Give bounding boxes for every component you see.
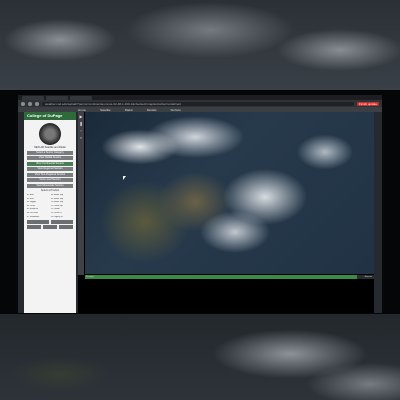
play-icon[interactable]: ▶ <box>79 115 83 119</box>
product-item[interactable]: 13 Clean IR <box>51 212 73 215</box>
update-button[interactable]: Finish update <box>356 101 379 106</box>
step-icon[interactable]: › <box>79 129 83 133</box>
product-item[interactable]: 14 Legacy IR <box>51 216 73 219</box>
product-item[interactable]: 12 Ozone <box>51 208 73 211</box>
sidebar: College of DuPage NEXLAB Satellite and R… <box>24 112 76 313</box>
global-sectors-button[interactable]: View Global Sectors <box>27 156 73 160</box>
option-button[interactable] <box>43 225 57 230</box>
product-item[interactable]: 03 Veggie <box>27 201 49 204</box>
product-item[interactable]: 05 Snow/Ice <box>27 208 49 211</box>
pause-icon[interactable]: ❚ <box>79 122 83 126</box>
page-content: College of DuPage NEXLAB Satellite and R… <box>18 112 382 313</box>
subregional-sectors-button[interactable]: View Sub-Regional Sectors <box>27 172 73 177</box>
satellite-viewer: ▶ ❚ › × 8 Images Animate <box>78 112 374 313</box>
product-item[interactable]: 08 Water Vap <box>51 194 73 197</box>
nav-satellite[interactable]: Satellite <box>100 108 111 112</box>
product-grid: 01 Blue 08 Water Vap 02 Red 09 Water Vap… <box>27 194 73 218</box>
browser-tab[interactable] <box>46 95 68 100</box>
local-sectors-button[interactable]: View Local Sectors <box>27 178 73 182</box>
site-logo[interactable]: College of DuPage <box>24 112 76 120</box>
timeline-start-label: 8 Images <box>86 276 95 278</box>
satellite-image[interactable] <box>85 112 374 274</box>
mouse-cursor-icon <box>123 176 126 180</box>
nexlab-emblem <box>39 123 61 145</box>
product-item[interactable]: 02 Red <box>27 198 49 201</box>
mesoscale-sectors-button[interactable]: View Mesoscale Sectors <box>27 183 73 188</box>
browser-window: weather.cod.edu/satrad/?parms=continenta… <box>18 95 382 313</box>
sidebar-subtitle: NEXLAB Satellite and Radar <box>34 146 66 149</box>
timeline-labels: 8 Images Animate <box>86 276 372 278</box>
tool-strip: ▶ ❚ › × <box>78 112 84 275</box>
address-input[interactable]: weather.cod.edu/satrad/?parms=continenta… <box>42 101 354 106</box>
option-button[interactable] <box>59 225 73 230</box>
reload-icon[interactable] <box>35 101 39 106</box>
regional-sectors-button[interactable]: View Regional Sectors <box>27 167 73 171</box>
product-item[interactable]: 04 Cirrus <box>27 205 49 208</box>
browser-tab[interactable] <box>70 95 92 100</box>
product-item[interactable]: 09 Water Vap <box>51 198 73 201</box>
product-item[interactable]: 07 Shortwave <box>27 216 49 219</box>
url-bar: weather.cod.edu/satrad/?parms=continenta… <box>18 100 382 107</box>
product-heading: Select a Product <box>40 189 60 192</box>
nav-home[interactable]: Home <box>78 108 86 112</box>
product-item[interactable]: 11 Cloud Top <box>51 205 73 208</box>
nav-surface[interactable]: Surface <box>171 108 181 112</box>
close-icon[interactable]: × <box>79 136 83 140</box>
background-satellite-top <box>0 0 400 90</box>
back-icon[interactable] <box>21 101 25 106</box>
option-button[interactable] <box>51 220 73 225</box>
product-item[interactable]: 06 Part Size <box>27 212 49 215</box>
timeline-end-label: Animate <box>364 276 372 278</box>
forward-icon[interactable] <box>28 101 32 106</box>
product-item[interactable]: 10 Water Vap <box>51 201 73 204</box>
option-button[interactable] <box>27 225 41 230</box>
product-item[interactable]: 01 Blue <box>27 194 49 197</box>
sector-category-label: Select a Sector Category <box>27 150 73 155</box>
browser-tab[interactable] <box>22 95 44 100</box>
option-button[interactable] <box>27 220 49 225</box>
nav-radar[interactable]: Radar <box>125 108 133 112</box>
sidebar-control-row <box>27 225 73 230</box>
nav-models[interactable]: Models <box>147 108 157 112</box>
sidebar-control-row <box>27 220 73 225</box>
continental-sectors-button[interactable]: View Continental Sectors <box>27 161 73 166</box>
background-satellite-bottom <box>0 314 400 400</box>
